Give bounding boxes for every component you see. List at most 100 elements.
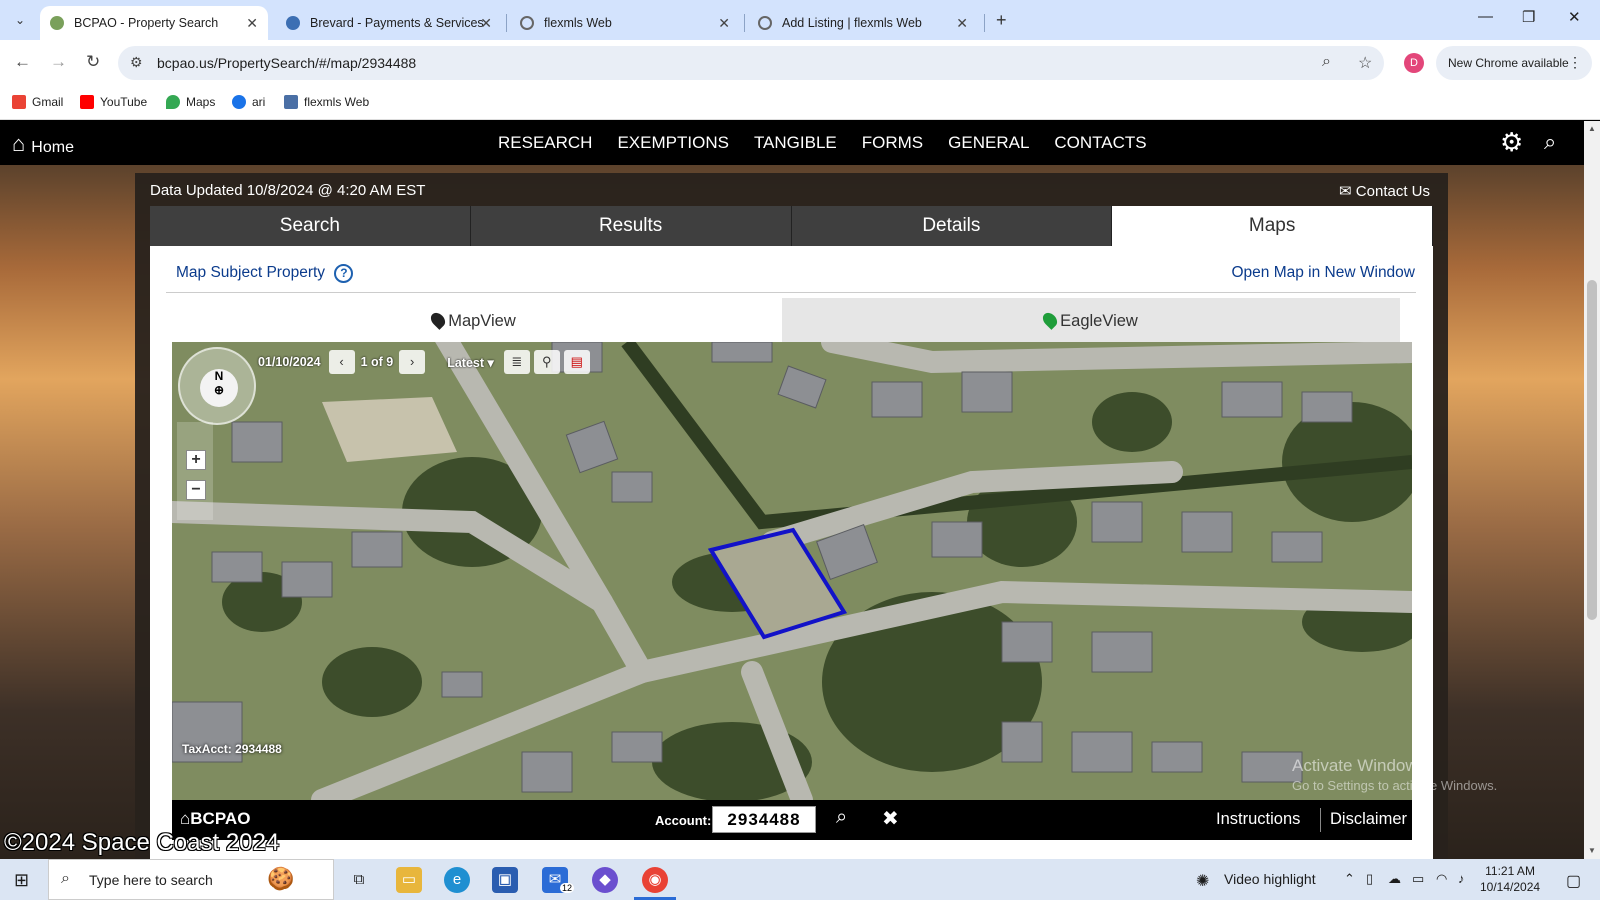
chrome-update-button[interactable]: New Chrome available ⋮ <box>1436 46 1592 80</box>
pdf-icon[interactable]: ▤ <box>563 350 590 374</box>
tab-eagleview[interactable]: EagleView <box>782 298 1400 342</box>
store-icon[interactable]: ▣ <box>492 867 518 893</box>
edge-icon[interactable]: e <box>444 867 470 893</box>
browser-tab-add-listing[interactable]: Add Listing | flexmls Web ✕ <box>748 6 978 40</box>
forward-icon[interactable]: → <box>50 52 67 72</box>
image-index: 1 of 9 <box>360 355 394 369</box>
close-tab-icon[interactable]: ✕ <box>956 15 968 32</box>
browser-tab-flexmls[interactable]: flexmls Web ✕ <box>510 6 740 40</box>
account-input[interactable]: 2934488 <box>712 806 816 833</box>
scrollbar-thumb[interactable] <box>1587 280 1597 620</box>
site-info-icon[interactable]: ⚙ <box>130 54 143 71</box>
bcpao-label: BCPAO <box>190 809 251 828</box>
nav-research[interactable]: RESEARCH <box>498 133 592 153</box>
map-footer-bar: ⌂BCPAO Account: 2934488 ⌕ ✖ Instructions… <box>172 800 1412 840</box>
notifications-icon[interactable]: ▢ <box>1566 871 1581 891</box>
open-map-new-window-link[interactable]: Open Map in New Window <box>1232 264 1416 282</box>
scroll-up-icon[interactable]: ▲ <box>1588 124 1596 133</box>
bookmark-flexmls[interactable]: flexmls Web <box>284 95 369 109</box>
layers-icon[interactable]: ≣ <box>503 350 530 374</box>
tab-search[interactable]: Search <box>150 206 471 246</box>
bookmarks-bar: Gmail YouTube Maps ari flexmls Web <box>0 86 1600 120</box>
contact-us-link[interactable]: ✉ Contact Us <box>1339 182 1430 200</box>
bookmark-ari[interactable]: ari <box>232 95 265 109</box>
ari-icon <box>232 95 246 109</box>
browser-toolbar: ← → ↻ ⚙ bcpao.us/PropertySearch/#/map/29… <box>0 40 1600 86</box>
taskbar-clock[interactable]: 11:21 AM 10/14/2024 <box>1480 863 1540 895</box>
tab-mapview[interactable]: MapView <box>166 298 782 342</box>
account-search-icon[interactable]: ⌕ <box>836 806 847 829</box>
next-image-icon[interactable]: › <box>399 350 426 374</box>
clock-date: 10/14/2024 <box>1480 880 1541 894</box>
bookmark-gmail[interactable]: Gmail <box>12 95 63 109</box>
wifi-icon[interactable]: ◠ <box>1436 871 1447 887</box>
aerial-map[interactable]: N ⊕ + − 01/10/2024 ‹ 1 of 9 › Latest ▾ ≣ … <box>172 342 1412 800</box>
minimize-icon[interactable]: — <box>1478 8 1493 25</box>
gear-icon[interactable]: ⚙ <box>1500 127 1523 158</box>
file-explorer-icon[interactable]: ▭ <box>396 867 422 893</box>
tab-search-menu-button[interactable]: ⌄ <box>8 8 32 32</box>
restore-icon[interactable]: ❐ <box>1522 8 1535 26</box>
video-highlight-icon[interactable]: ✺ <box>1196 871 1209 891</box>
copilot-icon[interactable]: ◆ <box>592 867 618 893</box>
clear-icon[interactable]: ✖ <box>882 806 899 831</box>
mapview-label: MapView <box>448 312 516 330</box>
divider <box>166 292 1416 293</box>
windows-start-icon[interactable]: ⊞ <box>14 870 29 891</box>
nav-forms[interactable]: FORMS <box>862 133 923 153</box>
tab-title: BCPAO - Property Search <box>74 16 219 30</box>
browser-tab-brevard[interactable]: Brevard - Payments & Services ✕ <box>276 6 502 40</box>
home-icon: ⌂ <box>12 131 26 156</box>
compass-control[interactable]: N ⊕ <box>178 347 256 425</box>
activate-windows-subtext: Go to Settings to activate Windows. <box>1292 778 1498 793</box>
tab-results[interactable]: Results <box>470 206 792 246</box>
scroll-down-icon[interactable]: ▼ <box>1588 846 1596 855</box>
taskbar-search-box[interactable]: ⌕ Type here to search 🍪 <box>48 859 334 900</box>
browser-tab-bcpao[interactable]: BCPAO - Property Search ✕ <box>40 6 268 40</box>
video-highlight-label[interactable]: Video highlight <box>1224 871 1316 887</box>
zoom-icon[interactable]: ⌕ <box>1322 53 1331 71</box>
zoom-out-icon[interactable]: − <box>186 480 206 500</box>
tab-title: flexmls Web <box>544 16 612 30</box>
address-bar[interactable]: ⚙ bcpao.us/PropertySearch/#/map/2934488 … <box>118 46 1384 80</box>
zoom-in-icon[interactable]: + <box>186 450 206 470</box>
bcpao-logo[interactable]: ⌂BCPAO <box>180 809 250 829</box>
previous-image-icon[interactable]: ‹ <box>328 350 355 374</box>
nav-tangible[interactable]: TANGIBLE <box>754 133 837 153</box>
bookmark-youtube[interactable]: YouTube <box>80 95 147 109</box>
new-tab-icon[interactable]: + <box>996 10 1007 31</box>
volume-icon[interactable]: ♪ <box>1458 871 1465 886</box>
profile-avatar[interactable]: D <box>1404 53 1424 73</box>
close-window-icon[interactable]: ✕ <box>1568 8 1581 26</box>
battery-icon[interactable]: ▭ <box>1412 871 1424 887</box>
help-icon[interactable]: ? <box>334 264 354 283</box>
nav-contacts[interactable]: CONTACTS <box>1054 133 1146 153</box>
back-icon[interactable]: ← <box>14 52 31 72</box>
search-highlight-icon: 🍪 <box>267 866 295 891</box>
flexmls-favicon-icon <box>520 16 534 30</box>
more-menu-icon[interactable]: ⋮ <box>1568 54 1582 71</box>
instructions-link[interactable]: Instructions <box>1216 810 1300 829</box>
disclaimer-link[interactable]: Disclaimer <box>1330 810 1407 829</box>
latest-dropdown[interactable]: Latest ▾ <box>447 355 494 370</box>
home-link[interactable]: ⌂ Home <box>12 131 74 157</box>
tab-details[interactable]: Details <box>791 206 1113 246</box>
close-tab-icon[interactable]: ✕ <box>480 15 492 32</box>
nav-exemptions[interactable]: EXEMPTIONS <box>617 133 728 153</box>
map-subject-property-link[interactable]: Map Subject Property ? <box>176 264 354 283</box>
onedrive-icon[interactable]: ☁ <box>1388 871 1401 887</box>
search-icon[interactable]: ⌕ <box>1544 129 1556 155</box>
reload-icon[interactable]: ↻ <box>86 52 100 72</box>
browser-tab-strip: ⌄ BCPAO - Property Search ✕ Brevard - Pa… <box>0 0 1600 40</box>
show-hidden-icons-icon[interactable]: ⌃ <box>1344 871 1355 887</box>
bookmark-maps[interactable]: Maps <box>166 95 215 109</box>
nav-general[interactable]: GENERAL <box>948 133 1029 153</box>
bookmark-star-icon[interactable]: ☆ <box>1358 53 1372 73</box>
pin-marker-icon[interactable]: ⚲ <box>533 350 560 374</box>
close-tab-icon[interactable]: ✕ <box>718 15 730 32</box>
close-tab-icon[interactable]: ✕ <box>246 15 258 32</box>
device-icon[interactable]: ▯ <box>1366 871 1373 887</box>
task-view-icon[interactable]: ⧉ <box>346 867 372 893</box>
tab-maps[interactable]: Maps <box>1112 206 1433 246</box>
chrome-icon[interactable]: ◉ <box>642 867 668 893</box>
